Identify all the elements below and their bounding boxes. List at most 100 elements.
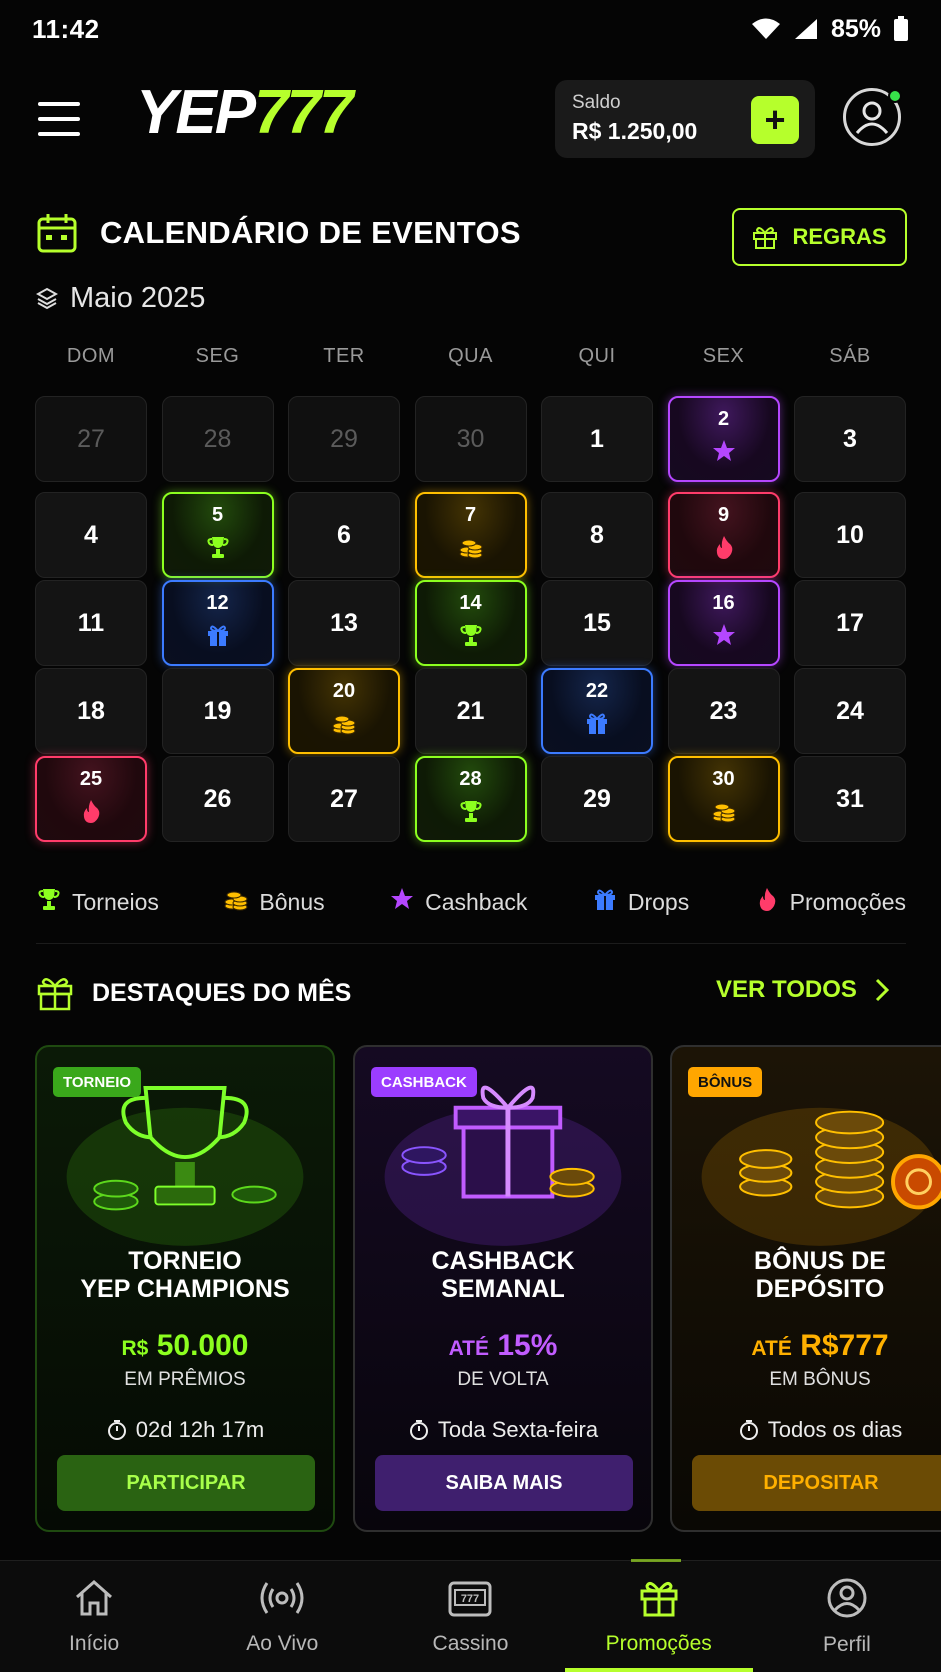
- coins-icon: [223, 886, 249, 918]
- trophy-icon: [204, 533, 232, 561]
- gift-icon: [37, 978, 73, 1011]
- calendar-day-event[interactable]: 20: [288, 668, 400, 754]
- card-tag: TORNEIO: [53, 1067, 142, 1097]
- calendar-day[interactable]: 29: [541, 756, 653, 842]
- legend-item: Bônus: [223, 886, 325, 918]
- calendar-day[interactable]: 29: [288, 396, 400, 482]
- calendar-day[interactable]: 21: [414, 668, 527, 754]
- card-amount: R$ 50.000: [121, 1329, 249, 1362]
- layers-icon: [36, 287, 58, 309]
- day-number: 3: [843, 424, 857, 453]
- nav-item-slot-machine[interactable]: 777 Cassino: [376, 1561, 564, 1672]
- day-number: 18: [77, 696, 105, 725]
- rules-button[interactable]: REGRAS: [732, 208, 907, 266]
- gift-icon: [592, 886, 618, 918]
- calendar-day[interactable]: 23: [667, 668, 780, 754]
- day-number: 27: [77, 424, 105, 453]
- day-number: 26: [203, 784, 232, 813]
- calendar-day-event[interactable]: 22: [541, 668, 653, 754]
- nav-label: Cassino: [432, 1631, 509, 1655]
- card-amount: ATÉ R$777: [751, 1329, 889, 1362]
- day-number: 5: [211, 504, 224, 526]
- calendar-day[interactable]: 8: [541, 492, 653, 578]
- legend-item: Cashback: [389, 886, 527, 918]
- nav-item-live[interactable]: Ao Vivo: [188, 1561, 376, 1672]
- day-number: 30: [456, 424, 485, 453]
- month-selector[interactable]: Maio 2025: [36, 282, 205, 315]
- bottom-navigation: Início Ao Vivo 777 Cassino Promoções Perfil: [0, 1559, 941, 1672]
- nav-item-user[interactable]: Perfil: [753, 1561, 941, 1672]
- calendar-day-event[interactable]: 9: [667, 492, 780, 578]
- calendar-day[interactable]: 31: [794, 756, 906, 842]
- calendar-day-event[interactable]: 5: [161, 492, 274, 578]
- deposit-button[interactable]: DEPOSITAR: [692, 1455, 941, 1511]
- add-funds-button[interactable]: +: [751, 96, 799, 144]
- calendar-day[interactable]: 18: [35, 668, 147, 754]
- calendar-day[interactable]: 27: [288, 756, 400, 842]
- calendar-day[interactable]: 3: [794, 396, 906, 482]
- trophy-icon: [457, 797, 485, 825]
- calendar-day-event[interactable]: 12: [161, 580, 274, 666]
- calendar-day[interactable]: 11: [35, 580, 147, 666]
- calendar-day-event[interactable]: 28: [414, 756, 527, 842]
- calendar-day[interactable]: 1: [541, 396, 653, 482]
- card-tag: CASHBACK: [371, 1067, 477, 1097]
- calendar-day[interactable]: 15: [541, 580, 653, 666]
- calendar-day-event[interactable]: 7: [414, 492, 527, 578]
- stopwatch-icon: [107, 1420, 126, 1440]
- day-number: 29: [330, 424, 358, 453]
- battery-percent: 85%: [830, 14, 881, 43]
- card-subtitle: DE VOLTA: [457, 1369, 549, 1390]
- profile-avatar-button[interactable]: [843, 88, 902, 146]
- calendar-day[interactable]: 28: [161, 396, 274, 482]
- calendar-day-event[interactable]: 14: [414, 580, 527, 666]
- participate-button[interactable]: PARTICIPAR: [57, 1455, 315, 1511]
- app-header: YEP777 Saldo R$ 1.250,00 +: [0, 76, 941, 160]
- menu-button[interactable]: [38, 102, 80, 136]
- day-number: 2: [717, 408, 730, 430]
- day-number: 8: [590, 520, 604, 549]
- nav-item-gift[interactable]: Promoções: [564, 1559, 754, 1672]
- brand-logo[interactable]: YEP777: [136, 82, 354, 144]
- gift-icon: [753, 227, 778, 249]
- calendar-day[interactable]: 13: [288, 580, 400, 666]
- promo-card-torneio[interactable]: TORNEIO TORNEIO YEP CHAMPIONS R$ 50.000 E…: [35, 1045, 335, 1532]
- calendar-day[interactable]: 24: [794, 668, 906, 754]
- svg-text:777: 777: [461, 1593, 479, 1605]
- day-number: 20: [332, 680, 356, 702]
- calendar-day[interactable]: 4: [35, 492, 147, 578]
- trophy-icon: [36, 886, 62, 918]
- calendar-day[interactable]: 6: [288, 492, 400, 578]
- calendar-title: CALENDÁRIO DE EVENTOS: [100, 215, 521, 250]
- star-icon: [710, 437, 738, 465]
- calendar-day-event[interactable]: 2: [667, 396, 780, 482]
- calendar-day[interactable]: 26: [161, 756, 274, 842]
- legend-label: Torneios: [72, 888, 159, 915]
- user-icon: [826, 1577, 868, 1625]
- calendar-legend: Torneios Bônus Cashback Drops Promoções: [36, 886, 906, 918]
- weekday-label: SÁB: [829, 345, 871, 367]
- calendar-day[interactable]: 27: [35, 396, 147, 482]
- calendar-day[interactable]: 19: [161, 668, 274, 754]
- legend-item: Torneios: [36, 886, 159, 918]
- card-title: CASHBACK SEMANAL: [431, 1247, 575, 1303]
- status-right: 85%: [751, 15, 909, 44]
- calendar-day-event[interactable]: 25: [35, 756, 147, 842]
- calendar-day[interactable]: 17: [794, 580, 906, 666]
- promo-card-cashback[interactable]: CASHBACK CASHBACK SEMANAL ATÉ 15% DE VOLT…: [353, 1045, 653, 1532]
- calendar-day-event[interactable]: 30: [667, 756, 780, 842]
- calendar-day[interactable]: 30: [414, 396, 527, 482]
- highlights-carousel[interactable]: TORNEIO TORNEIO YEP CHAMPIONS R$ 50.000 E…: [35, 1045, 941, 1533]
- day-number: 25: [79, 768, 103, 790]
- calendar-day-event[interactable]: 16: [667, 580, 780, 666]
- nav-item-home[interactable]: Início: [0, 1561, 188, 1672]
- weekday-header: DOM SEG TER QUA QUI SEX SÁB: [35, 345, 907, 368]
- calendar-day[interactable]: 10: [794, 492, 906, 578]
- see-all-link[interactable]: VER TODOS: [716, 976, 889, 1004]
- month-label: Maio 2025: [70, 282, 206, 314]
- promo-card-bonus[interactable]: BÔNUS BÔNUS DE DEPÓSITO ATÉ R$777 EM BÔNU…: [670, 1045, 941, 1532]
- card-title: BÔNUS DE DEPÓSITO: [754, 1247, 886, 1303]
- wifi-icon: [751, 18, 780, 39]
- learn-more-button[interactable]: SAIBA MAIS: [375, 1455, 633, 1511]
- day-number: 15: [583, 608, 611, 637]
